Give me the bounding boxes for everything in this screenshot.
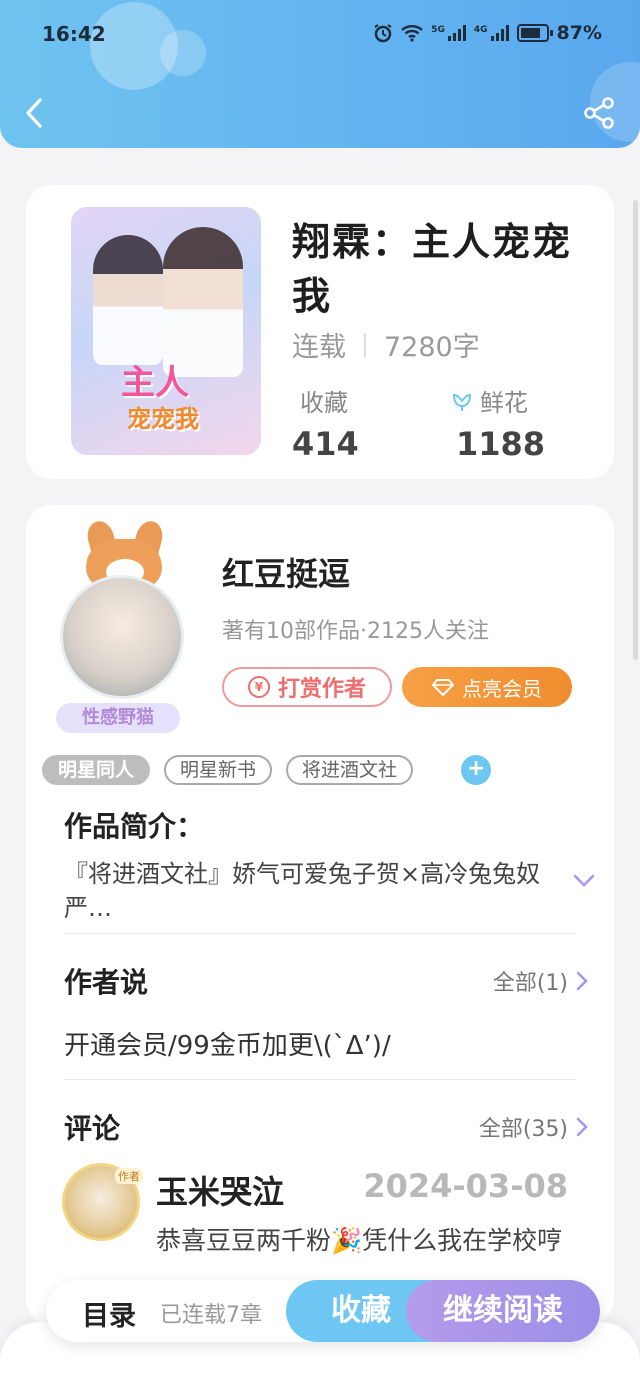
flowers-count: 1188: [456, 425, 546, 463]
share-icon[interactable]: [582, 96, 616, 130]
add-tag-button[interactable]: +: [461, 755, 492, 785]
signal-5g-icon: 5G: [431, 25, 466, 41]
tag-item[interactable]: 明星新书: [164, 755, 273, 785]
tag-item[interactable]: 将进酒文社: [286, 755, 414, 785]
flower-icon: [452, 393, 472, 411]
chevron-right-icon: [576, 971, 588, 991]
comment-text[interactable]: 恭喜豆豆两千粉🎉凭什么我在学校哼: [156, 1223, 576, 1279]
comments-more-label: 全部(35): [478, 1117, 568, 1142]
book-status: 连载: [292, 332, 346, 363]
divider: [64, 933, 576, 934]
comments-more[interactable]: 全部(35): [479, 1111, 588, 1143]
tip-author-label: 打赏作者: [277, 677, 366, 702]
cover-figure: [93, 235, 163, 365]
battery-icon: [516, 24, 553, 42]
favorites-label: 收藏: [300, 389, 348, 417]
book-title: 翔霖：主人宠宠我: [292, 220, 573, 318]
action-bar: 目录 已连载7章 收藏 继续阅读: [46, 1280, 600, 1342]
decor-bubble: [160, 30, 206, 76]
divider: [64, 1079, 576, 1080]
commenter-avatar[interactable]: 作者: [62, 1163, 143, 1241]
cover-title: 主人: [121, 363, 189, 403]
vip-button[interactable]: 点亮会员: [402, 667, 572, 707]
wifi-icon: [401, 25, 424, 42]
book-info-card: 主人 宠宠我 翔霖：主人宠宠我 连载 7280字 收藏 414 鲜花 1188: [26, 185, 614, 479]
favorites-count: 414: [292, 425, 359, 463]
tip-author-button[interactable]: ¥ 打赏作者: [222, 667, 392, 707]
battery-percent: 87%: [556, 22, 602, 44]
signal-4g-icon: 4G: [474, 25, 509, 41]
cover-subtitle: 宠宠我: [127, 405, 199, 433]
tag-list: 明星同人 明星新书 将进酒文社 +: [42, 755, 492, 785]
chevron-right-icon: [576, 1117, 588, 1137]
cover-figure: [163, 227, 243, 377]
avatar-image: [60, 575, 184, 699]
chapter-count: 已连载7章: [160, 1303, 262, 1328]
flowers-label: 鲜花: [480, 389, 528, 417]
author-says-more[interactable]: 全部(1): [493, 965, 588, 997]
intro-title: 作品简介：: [64, 810, 205, 843]
details-card: 性感野猫 红豆挺逗 著有10部作品·2125人关注 ¥ 打赏作者 点亮会员 明星…: [26, 505, 614, 1325]
chevron-left-icon[interactable]: [20, 94, 50, 132]
header-bar: 16:42 5G 4G 87%: [0, 0, 640, 148]
author-stats: 著有10部作品·2125人关注: [222, 619, 489, 644]
alarm-icon: [374, 24, 392, 43]
book-cover[interactable]: 主人 宠宠我: [71, 207, 261, 455]
status-time: 16:42: [42, 22, 106, 46]
commenter-name[interactable]: 玉米哭泣: [156, 1167, 284, 1213]
word-count: 7280字: [384, 332, 480, 363]
flowers-stat: 鲜花: [450, 383, 528, 418]
status-icons: 5G 4G 87%: [373, 22, 602, 44]
comment-date: 2024-03-08: [363, 1167, 568, 1205]
author-says-more-label: 全部(1): [492, 971, 568, 996]
intro-text[interactable]: 『将进酒文社』娇气可爱兔子贺×高冷兔兔奴严…: [64, 857, 554, 925]
vip-label: 点亮会员: [462, 676, 542, 701]
author-says-title: 作者说: [64, 966, 149, 999]
comments-title: 评论: [64, 1112, 121, 1145]
chevron-down-icon[interactable]: [572, 871, 596, 889]
book-meta: 连载 7280字: [292, 325, 480, 364]
diamond-icon: [432, 679, 454, 696]
divider: [364, 332, 366, 357]
author-avatar[interactable]: 性感野猫: [48, 515, 198, 733]
continue-reading-button[interactable]: 继续阅读: [406, 1280, 600, 1342]
scrollbar[interactable]: [633, 200, 638, 660]
toc-button[interactable]: 目录: [82, 1294, 136, 1333]
coin-icon: ¥: [247, 676, 270, 698]
avatar-badge: 性感野猫: [56, 703, 180, 733]
author-name[interactable]: 红豆挺逗: [222, 549, 350, 595]
tag-item[interactable]: 明星同人: [42, 755, 151, 785]
author-note: 开通会员/99金币加更\(`Δ’)/: [64, 1031, 391, 1061]
avatar-tag: 作者: [115, 1168, 143, 1184]
